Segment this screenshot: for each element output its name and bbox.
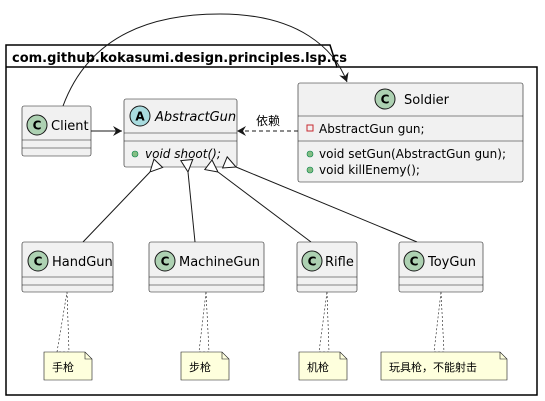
- class-name: Soldier: [404, 93, 450, 108]
- note-connector: [318, 291, 330, 353]
- machinegun-inherits: [188, 172, 196, 243]
- class-name: HandGun: [52, 255, 113, 270]
- method-set-gun: void setGun(AbstractGun gun);: [319, 147, 506, 161]
- package-name: com.github.kokasumi.design.principles.ls…: [12, 51, 347, 66]
- note-connector: [433, 291, 445, 353]
- class-abstract-gun[interactable]: A AbstractGun void shoot();: [123, 98, 238, 168]
- public-method-icon: [131, 150, 139, 158]
- class-name: AbstractGun: [154, 110, 236, 125]
- rifle-inherits: [218, 172, 312, 243]
- note-text: 步枪: [189, 360, 211, 374]
- note-hand-gun: 手枪: [43, 351, 93, 381]
- note-text: 手枪: [52, 360, 74, 374]
- class-glyph: C: [410, 255, 419, 269]
- class-glyph: C: [308, 255, 317, 269]
- class-diagram: com.github.kokasumi.design.principles.ls…: [5, 13, 538, 396]
- note-text: 机枪: [307, 360, 329, 374]
- field-gun: AbstractGun gun;: [319, 122, 425, 136]
- class-glyph: C: [34, 255, 43, 269]
- class-name: ToyGun: [427, 255, 476, 270]
- note-machine-gun: 步枪: [180, 351, 230, 381]
- class-glyph: A: [135, 110, 145, 124]
- handgun-inherits: [82, 172, 150, 243]
- method-shoot: void shoot();: [145, 147, 221, 161]
- class-rifle[interactable]: C Rifle: [296, 241, 358, 293]
- note-connector: [56, 291, 70, 353]
- class-machine-gun[interactable]: C MachineGun: [148, 241, 265, 293]
- public-method-icon: [306, 150, 314, 158]
- method-kill-enemy: void killEnemy();: [319, 163, 420, 177]
- class-name: MachineGun: [179, 255, 260, 270]
- class-name: Client: [51, 119, 89, 134]
- dependency-label: 依赖: [256, 113, 280, 128]
- class-glyph: C: [381, 93, 390, 107]
- class-glyph: C: [161, 255, 170, 269]
- note-toy-gun: 玩具枪，不能射击: [380, 351, 508, 381]
- note-connector: [198, 291, 210, 353]
- class-glyph: C: [33, 119, 42, 133]
- note-rifle: 机枪: [298, 351, 348, 381]
- class-client[interactable]: C Client: [21, 105, 92, 157]
- note-text: 玩具枪，不能射击: [389, 360, 477, 374]
- class-toy-gun[interactable]: C ToyGun: [398, 241, 484, 293]
- class-soldier[interactable]: C Soldier AbstractGun gun; void setGun(A…: [297, 82, 524, 183]
- public-method-icon: [306, 166, 314, 174]
- class-name: Rifle: [325, 255, 354, 270]
- class-hand-gun[interactable]: C HandGun: [21, 241, 114, 293]
